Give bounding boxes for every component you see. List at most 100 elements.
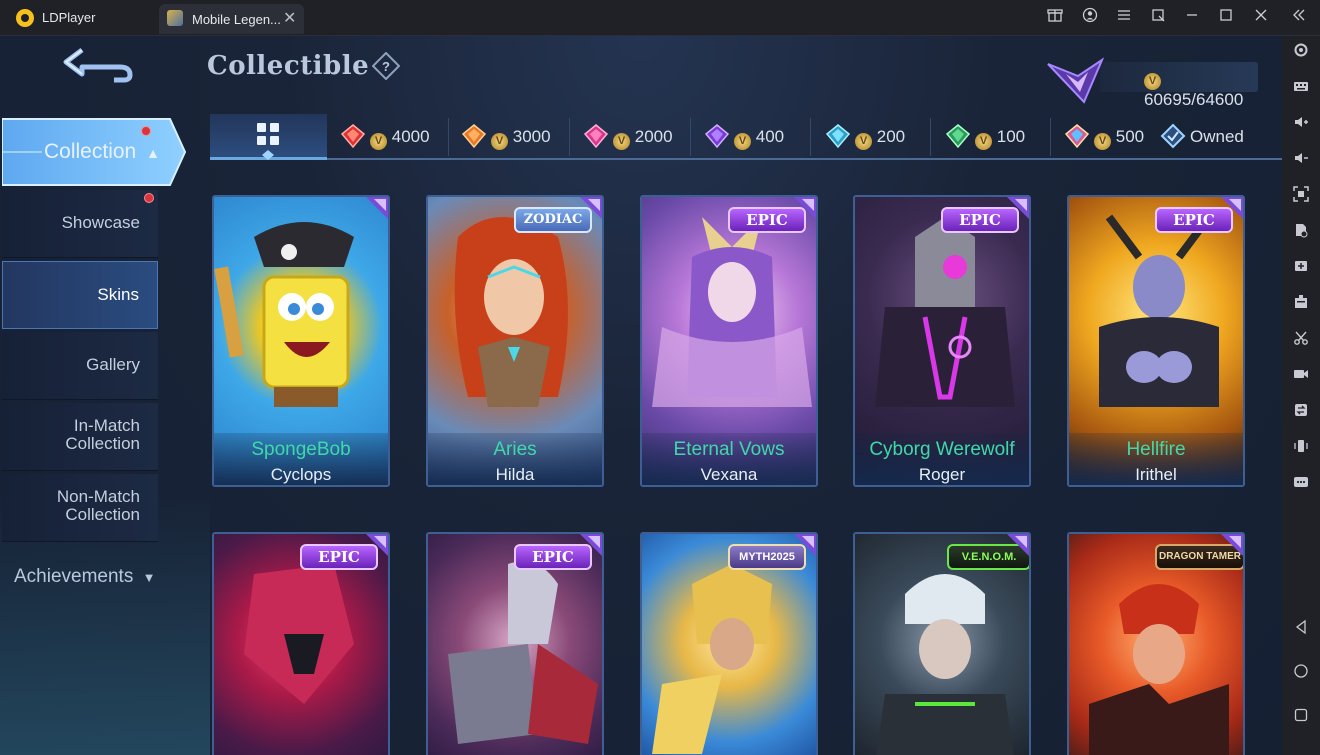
apk-install-icon[interactable] xyxy=(1291,222,1311,242)
menu-icon[interactable] xyxy=(1112,6,1136,30)
skin-card[interactable]: SpongeBob Cyclops xyxy=(212,195,390,487)
hero-name: Irithel xyxy=(1135,465,1177,484)
pink-gem-icon xyxy=(583,124,609,149)
filter-cost: 4000 xyxy=(391,127,430,146)
collapse-sidebar-icon[interactable] xyxy=(1287,6,1311,30)
close-window-icon[interactable] xyxy=(1249,6,1273,30)
android-back-icon[interactable] xyxy=(1291,619,1311,639)
rarity-corner-icon xyxy=(1007,197,1029,219)
skin-name: SpongeBob xyxy=(251,439,351,460)
rarity-corner-icon xyxy=(366,197,388,219)
skin-card[interactable]: EPIC xyxy=(212,532,390,755)
blue-gem-icon xyxy=(825,124,851,149)
android-recents-icon[interactable] xyxy=(1291,707,1311,727)
android-home-icon[interactable] xyxy=(1291,663,1311,683)
filter-tier-3000[interactable]: V 3000 xyxy=(461,122,551,152)
achievements-menu[interactable]: Achievements ▼ xyxy=(14,566,156,588)
coin-icon: V xyxy=(370,133,387,150)
sidebar-item-non-match-collection[interactable]: Non-Match Collection xyxy=(2,474,158,542)
skin-card[interactable]: EPIC xyxy=(426,532,604,755)
hero-name: Vexana xyxy=(700,465,758,484)
rarity-corner-icon xyxy=(1221,197,1243,219)
volume-down-icon[interactable] xyxy=(1291,150,1311,170)
chevron-up-icon: ▲ xyxy=(146,145,160,161)
minimize-icon[interactable] xyxy=(1180,6,1204,30)
currency-amount: 60695/64600 xyxy=(1144,90,1244,109)
rarity-corner-icon xyxy=(580,534,602,556)
coin-icon: V xyxy=(734,133,751,150)
skin-card[interactable]: EPIC Cyborg Werewolf Roger xyxy=(853,195,1031,487)
tab-close-icon[interactable]: ✕ xyxy=(283,8,296,28)
sidebar-item-label: Gallery xyxy=(86,355,140,374)
screenshot-icon[interactable] xyxy=(1291,186,1311,206)
filter-tier-200[interactable]: V 200 xyxy=(825,122,905,152)
rarity-corner-icon xyxy=(794,197,816,219)
rarity-corner-icon xyxy=(794,534,816,556)
tab-mobile-legends[interactable]: Mobile Legen... ✕ xyxy=(159,4,304,34)
skin-card[interactable]: EPIC Eternal Vows Vexana xyxy=(640,195,818,487)
filter-tier-4000[interactable]: V 4000 xyxy=(340,122,430,152)
filter-tier-500[interactable]: V 500 xyxy=(1064,122,1148,152)
tab-label: Mobile Legen... xyxy=(192,12,281,27)
coin-icon: V xyxy=(613,133,630,150)
filter-tier-100[interactable]: V 100 xyxy=(945,122,1025,152)
purple-gem-icon xyxy=(704,124,730,149)
svg-text:?: ? xyxy=(382,59,390,74)
maximize-icon[interactable] xyxy=(1214,6,1238,30)
help-question-icon[interactable]: ? xyxy=(371,51,401,81)
filter-owned[interactable]: Owned xyxy=(1160,122,1244,152)
settings-gear-icon[interactable] xyxy=(1291,42,1311,62)
filter-all-tab[interactable] xyxy=(210,114,327,160)
skin-name: Hellfire xyxy=(1126,439,1186,460)
rarity-filter-bar: V 4000 V 3000 V 2000 V 400 V 200 V 100 V… xyxy=(210,114,1282,160)
owned-diamond-icon xyxy=(1160,123,1186,149)
skin-card[interactable]: ZODIAC Aries Hilda xyxy=(426,195,604,487)
collection-notification-dot xyxy=(141,126,151,136)
sidebar-item-label: Non-Match Collection xyxy=(56,487,140,524)
rarity-corner-icon xyxy=(1221,534,1243,556)
video-record-icon[interactable] xyxy=(1291,366,1311,386)
sync-icon[interactable] xyxy=(1291,402,1311,422)
multi-instance-icon[interactable] xyxy=(1291,258,1311,278)
record-macro-icon[interactable] xyxy=(1291,294,1311,314)
sidebar-item-label: In-Match Collection xyxy=(65,416,140,453)
collection-label: Collection ▲ xyxy=(44,140,160,164)
screen-restore-icon[interactable] xyxy=(1146,6,1170,30)
account-icon[interactable] xyxy=(1078,6,1102,30)
filter-cost: 3000 xyxy=(512,127,551,146)
sidebar-item-in-match-collection[interactable]: In-Match Collection xyxy=(2,403,158,471)
sidebar-item-gallery[interactable]: Gallery xyxy=(2,332,158,400)
volume-up-icon[interactable] xyxy=(1291,114,1311,134)
orange-gem-icon xyxy=(461,124,487,149)
filter-tier-400[interactable]: V 400 xyxy=(704,122,784,152)
scissors-icon[interactable] xyxy=(1291,330,1311,350)
filter-divider xyxy=(448,118,449,156)
gift-icon[interactable] xyxy=(1043,6,1067,30)
filter-divider xyxy=(690,118,691,156)
back-arrow-icon[interactable] xyxy=(60,46,136,84)
window-titlebar: LDPlayer Mobile Legen... ✕ xyxy=(0,0,1320,36)
ldplayer-logo-icon xyxy=(16,9,34,27)
sidebar-item-showcase[interactable]: Showcase xyxy=(2,190,158,258)
rarity-corner-icon xyxy=(366,534,388,556)
collection-text: Collection xyxy=(44,140,137,163)
filter-tier-2000[interactable]: V 2000 xyxy=(583,122,673,152)
filter-owned-label: Owned xyxy=(1190,127,1244,146)
currency-value: V 60695/64600 xyxy=(1144,67,1260,110)
more-options-icon[interactable] xyxy=(1291,474,1311,494)
skin-card[interactable]: DRAGON TAMER xyxy=(1067,532,1245,755)
keyboard-icon[interactable] xyxy=(1291,78,1311,98)
chevron-down-icon: ▼ xyxy=(142,570,156,585)
shake-icon[interactable] xyxy=(1291,438,1311,458)
filter-cost: 500 xyxy=(1115,127,1145,146)
sidebar-item-label: Skins xyxy=(97,285,139,304)
app-name: LDPlayer xyxy=(42,10,96,25)
skin-card[interactable]: EPIC Hellfire Irithel xyxy=(1067,195,1245,487)
showcase-notification-dot xyxy=(144,193,154,203)
hero-name: Hilda xyxy=(495,465,535,484)
skin-card[interactable]: V.E.N.O.M. xyxy=(853,532,1031,755)
rarity-corner-icon xyxy=(580,197,602,219)
sidebar-item-skins[interactable]: Skins xyxy=(2,261,158,329)
skin-card[interactable]: MYTH2025 xyxy=(640,532,818,755)
red-gem-icon xyxy=(340,124,366,149)
